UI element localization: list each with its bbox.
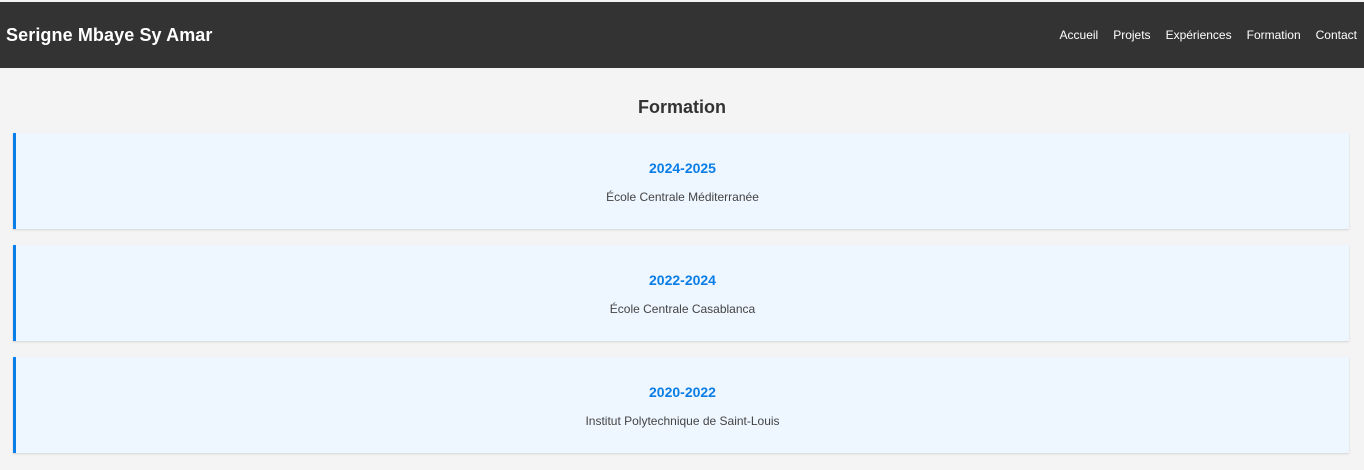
formation-school: École Centrale Casablanca xyxy=(609,302,756,316)
formation-card: 2024-2025 École Centrale Méditerranée xyxy=(13,133,1349,229)
nav-link-accueil[interactable]: Accueil xyxy=(1060,28,1099,42)
nav-link-experiences[interactable]: Expériences xyxy=(1166,28,1232,42)
formation-card: 2022-2024 École Centrale Casablanca xyxy=(13,245,1349,341)
main-nav: Accueil Projets Expériences Formation Co… xyxy=(1060,28,1357,42)
nav-link-contact[interactable]: Contact xyxy=(1316,28,1357,42)
formation-section-title: Formation xyxy=(638,97,726,117)
formation-school: École Centrale Méditerranée xyxy=(606,190,759,204)
formation-years: 2024-2025 xyxy=(649,160,716,176)
nav-link-formation[interactable]: Formation xyxy=(1247,28,1301,42)
site-brand[interactable]: Serigne Mbaye Sy Amar xyxy=(6,25,213,46)
formation-school: Institut Polytechnique de Saint-Louis xyxy=(585,414,780,428)
nav-link-projets[interactable]: Projets xyxy=(1113,28,1150,42)
formation-years: 2022-2024 xyxy=(649,272,716,288)
formation-years: 2020-2022 xyxy=(649,384,716,400)
formation-card: 2020-2022 Institut Polytechnique de Sain… xyxy=(13,357,1349,453)
top-navbar: Serigne Mbaye Sy Amar Accueil Projets Ex… xyxy=(0,2,1364,68)
